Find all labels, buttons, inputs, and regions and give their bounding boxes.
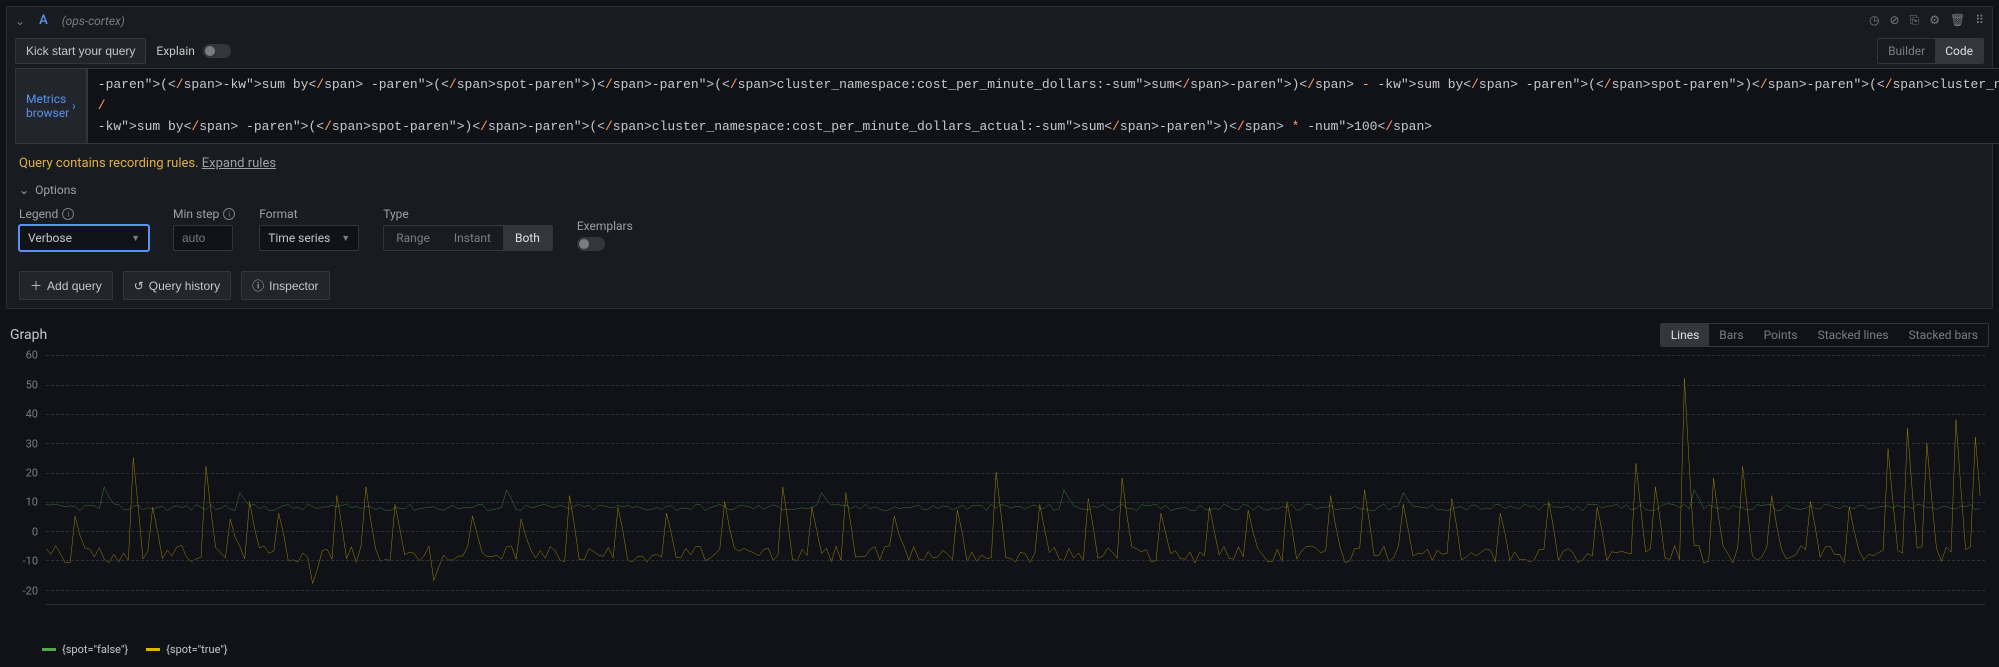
add-query-button[interactable]: ＋Add query: [19, 271, 113, 300]
type-range[interactable]: Range: [384, 226, 442, 250]
grid-line: [46, 531, 1985, 532]
plus-icon: ＋: [30, 277, 42, 294]
chevron-right-icon: ›: [72, 99, 76, 113]
duplicate-icon[interactable]: ⎘: [1910, 13, 1920, 28]
legend-label: Legend: [19, 207, 58, 221]
graphmode-stacked-bars[interactable]: Stacked bars: [1899, 324, 1988, 346]
datasource-name: (ops-cortex): [62, 14, 125, 28]
settings-icon[interactable]: ⚙: [1929, 13, 1940, 28]
kickstart-button[interactable]: Kick start your query: [15, 38, 146, 64]
y-tick-label: 20: [26, 467, 38, 480]
chevron-down-icon: ▼: [341, 233, 350, 244]
warning-text: Query contains recording rules.: [19, 156, 199, 171]
eye-icon[interactable]: ⊘: [1890, 13, 1900, 28]
y-tick-label: 30: [26, 437, 38, 450]
grid-line: [46, 590, 1985, 591]
legend-item[interactable]: {spot="true"}: [146, 643, 227, 656]
grid-line: [46, 443, 1985, 444]
exemplars-label: Exemplars: [577, 219, 633, 233]
drag-handle-icon[interactable]: ⠿: [1975, 13, 1984, 28]
query-history-button[interactable]: ↺Query history: [123, 271, 231, 300]
type-both[interactable]: Both: [503, 226, 552, 250]
chevron-down-icon: ▼: [131, 233, 140, 244]
legend-label: {spot="false"}: [62, 643, 128, 656]
clock-icon[interactable]: ◷: [1869, 13, 1879, 28]
y-tick-label: -20: [23, 584, 38, 597]
legend-swatch: [42, 648, 56, 651]
format-select[interactable]: Time series ▼: [259, 225, 359, 251]
inspector-button[interactable]: ⓘInspector: [241, 271, 329, 300]
legend-item[interactable]: {spot="false"}: [42, 643, 128, 656]
inspector-icon: ⓘ: [252, 277, 264, 294]
y-tick-label: 10: [26, 496, 38, 509]
graphmode-lines[interactable]: Lines: [1661, 324, 1710, 346]
legend-label: {spot="true"}: [166, 643, 227, 656]
graphmode-bars[interactable]: Bars: [1709, 324, 1753, 346]
type-instant[interactable]: Instant: [442, 226, 503, 250]
minstep-label: Min step: [173, 207, 219, 221]
collapse-query-icon[interactable]: ⌄: [15, 14, 25, 28]
y-tick-label: 50: [26, 378, 38, 391]
info-icon[interactable]: i: [62, 208, 74, 220]
graphmode-stacked-lines[interactable]: Stacked lines: [1808, 324, 1899, 346]
exemplars-toggle[interactable]: [577, 237, 605, 251]
y-tick-label: 60: [26, 349, 38, 362]
format-label: Format: [259, 207, 359, 221]
graph-title: Graph: [10, 327, 47, 343]
trash-icon[interactable]: 🗑: [1950, 13, 1965, 28]
grid-line: [46, 355, 1985, 356]
history-icon: ↺: [134, 279, 144, 293]
chevron-down-icon: ⌄: [19, 183, 29, 197]
chart-line: [46, 379, 1980, 584]
grid-line: [46, 560, 1985, 561]
type-buttongroup: Range Instant Both: [383, 225, 553, 251]
mode-code[interactable]: Code: [1935, 39, 1983, 63]
type-label: Type: [383, 207, 553, 221]
expand-rules-link[interactable]: Expand rules: [202, 156, 276, 171]
info-icon[interactable]: i: [223, 208, 235, 220]
grid-line: [46, 414, 1985, 415]
explain-toggle[interactable]: [203, 44, 231, 58]
query-ref-letter[interactable]: A: [33, 11, 54, 30]
graphmode-points[interactable]: Points: [1754, 324, 1808, 346]
y-tick-label: 0: [32, 525, 38, 538]
metrics-browser-button[interactable]: Metrics browser ›: [15, 68, 87, 144]
legend-select[interactable]: Verbose ▼: [19, 225, 149, 251]
options-toggle[interactable]: ⌄ Options: [7, 177, 1992, 203]
query-editor[interactable]: -paren">(</span>-kw">sum by</span> -pare…: [87, 68, 1999, 144]
explain-label: Explain: [156, 44, 195, 58]
minstep-input[interactable]: [173, 225, 233, 251]
y-tick-label: 40: [26, 408, 38, 421]
grid-line: [46, 385, 1985, 386]
chart-area[interactable]: -20-100102030405060: [14, 355, 1985, 635]
grid-line: [46, 473, 1985, 474]
grid-line: [46, 502, 1985, 503]
y-tick-label: -10: [23, 555, 38, 568]
legend-swatch: [146, 648, 160, 651]
mode-builder[interactable]: Builder: [1878, 39, 1935, 63]
